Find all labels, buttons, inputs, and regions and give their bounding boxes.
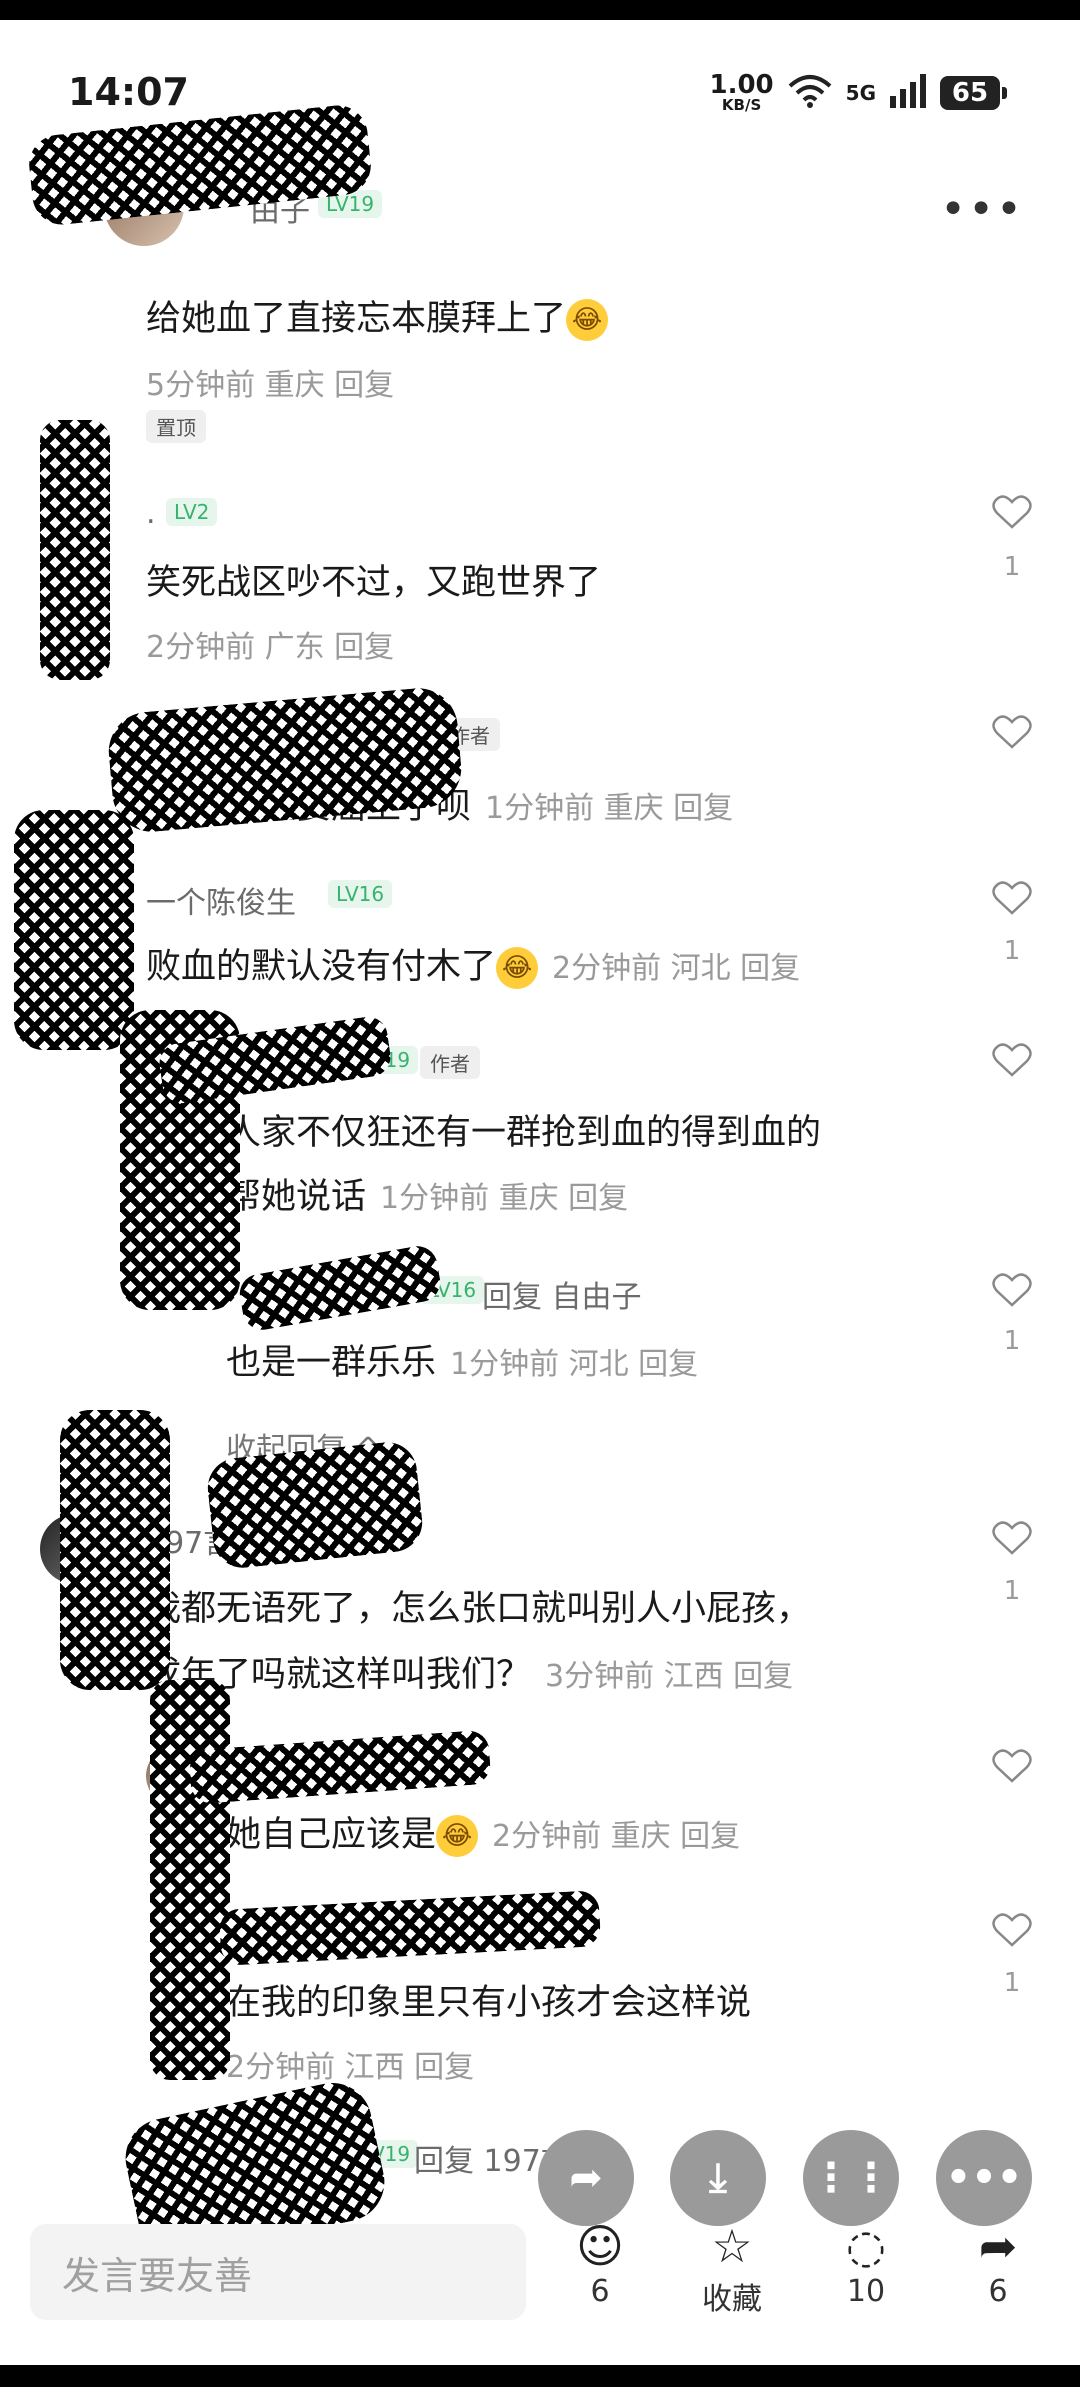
status-icons: 1.00 KB/S 5G 65 bbox=[709, 70, 1007, 114]
share-arrow-icon[interactable]: ➦ bbox=[538, 2130, 634, 2226]
comment-input[interactable]: 发言要友善 bbox=[30, 2224, 526, 2320]
comment-text: 帮她说话 1分钟前 重庆 回复 bbox=[226, 1177, 629, 1217]
more-icon[interactable]: ••• bbox=[936, 2130, 1032, 2226]
status-time: 14:07 bbox=[68, 70, 189, 114]
like-count: 1 bbox=[1003, 1326, 1021, 1356]
net-speed: 1.00 KB/S bbox=[709, 70, 774, 114]
comment-text: 给她血了直接忘本膜拜上了 😂 bbox=[146, 290, 609, 341]
comment-text: 在我的印象里只有小孩才会这样说 bbox=[226, 1983, 752, 2023]
more-options-icon[interactable]: ••• bbox=[940, 184, 1024, 235]
comment-author[interactable]: 一个陈俊生 bbox=[146, 878, 296, 922]
laugh-cry-emoji: 😂 bbox=[566, 299, 609, 341]
laugh-cry-emoji: 😂 bbox=[496, 947, 539, 989]
top-edge bbox=[0, 0, 1080, 20]
like-heart-icon[interactable] bbox=[992, 494, 1032, 530]
comment-meta[interactable]: 5分钟前 重庆 回复 bbox=[146, 360, 394, 404]
comment-text: 人家不仅狂还有一群抢到血的得到血的 bbox=[226, 1113, 822, 1153]
redaction-scribble bbox=[60, 1410, 170, 1690]
level-badge: LV16 bbox=[328, 880, 393, 908]
bottom-edge bbox=[0, 2365, 1080, 2387]
comment-meta[interactable]: 2分钟前 江西 回复 bbox=[226, 2042, 474, 2086]
like-count-label: 6 bbox=[590, 2274, 610, 2309]
signal-icon bbox=[890, 73, 926, 112]
share-icon: ➦ bbox=[978, 2219, 1018, 2273]
like-heart-icon[interactable] bbox=[992, 1748, 1032, 1784]
like-count: 1 bbox=[1003, 936, 1021, 966]
wifi-icon bbox=[788, 74, 832, 112]
download-icon[interactable]: ⤓ bbox=[670, 2130, 766, 2226]
like-count: 1 bbox=[1003, 552, 1021, 582]
comment-bubble-icon: ◌ bbox=[845, 2219, 887, 2273]
reply-to[interactable]: 回复 自由子 bbox=[482, 1272, 642, 1316]
star-icon: ☆ bbox=[711, 2219, 753, 2273]
comment-button[interactable]: ◌ 10 bbox=[826, 2218, 906, 2309]
redaction-scribble bbox=[236, 1243, 444, 1333]
comment-text: 也是一群乐乐 1分钟前 河北 回复 bbox=[226, 1343, 699, 1383]
smile-icon: ☺ bbox=[576, 2219, 624, 2273]
comment-text: 成年了吗就这样叫我们？ 3分钟前 江西 回复 bbox=[146, 1655, 794, 1695]
like-heart-icon[interactable] bbox=[992, 1520, 1032, 1556]
like-heart-icon[interactable] bbox=[992, 1912, 1032, 1948]
author-tag: 作者 bbox=[420, 1046, 480, 1079]
comment-meta[interactable]: 2分钟前 广东 回复 bbox=[146, 622, 394, 666]
like-heart-icon[interactable] bbox=[992, 1042, 1032, 1078]
like-heart-icon[interactable] bbox=[992, 1272, 1032, 1308]
like-count: 1 bbox=[1003, 1968, 1021, 1998]
redaction-scribble bbox=[204, 1439, 426, 1571]
redaction-scribble bbox=[40, 420, 110, 680]
favorite-button[interactable]: ☆ 收藏 bbox=[692, 2218, 772, 2318]
like-count: 1 bbox=[1003, 1576, 1021, 1606]
share-button[interactable]: ➦ 6 bbox=[958, 2218, 1038, 2309]
comment-count-label: 10 bbox=[846, 2274, 886, 2309]
favorite-label: 收藏 bbox=[702, 2282, 762, 2317]
comment-text: 败血的默认没有付木了 😂 2分钟前 河北 回复 bbox=[146, 947, 801, 989]
pinned-tag: 置顶 bbox=[146, 410, 206, 443]
share-count-label: 6 bbox=[988, 2274, 1008, 2309]
redaction-scribble bbox=[150, 1680, 230, 2080]
signal-type: 5G bbox=[845, 80, 876, 105]
battery-icon: 65 bbox=[940, 75, 1007, 110]
level-badge: LV2 bbox=[166, 498, 218, 526]
comment-text: 笑死战区吵不过，又跑世界了 bbox=[146, 563, 602, 603]
like-heart-icon[interactable] bbox=[992, 714, 1032, 750]
redaction-scribble bbox=[14, 810, 134, 1050]
like-emoji-button[interactable]: ☺ 6 bbox=[560, 2218, 640, 2309]
redaction-scribble bbox=[218, 1890, 602, 1966]
comment-text: 我都无语死了，怎么张口就叫别人小屁孩， bbox=[146, 1589, 812, 1629]
comment-author[interactable]: . bbox=[146, 496, 156, 531]
comment-text: 她自己应该是 😂 2分钟前 重庆 回复 bbox=[226, 1815, 741, 1857]
laugh-cry-emoji: 😂 bbox=[436, 1815, 479, 1857]
apps-grid-icon[interactable]: ⋮⋮ bbox=[803, 2130, 899, 2226]
redaction-scribble bbox=[188, 1729, 492, 1805]
like-heart-icon[interactable] bbox=[992, 880, 1032, 916]
